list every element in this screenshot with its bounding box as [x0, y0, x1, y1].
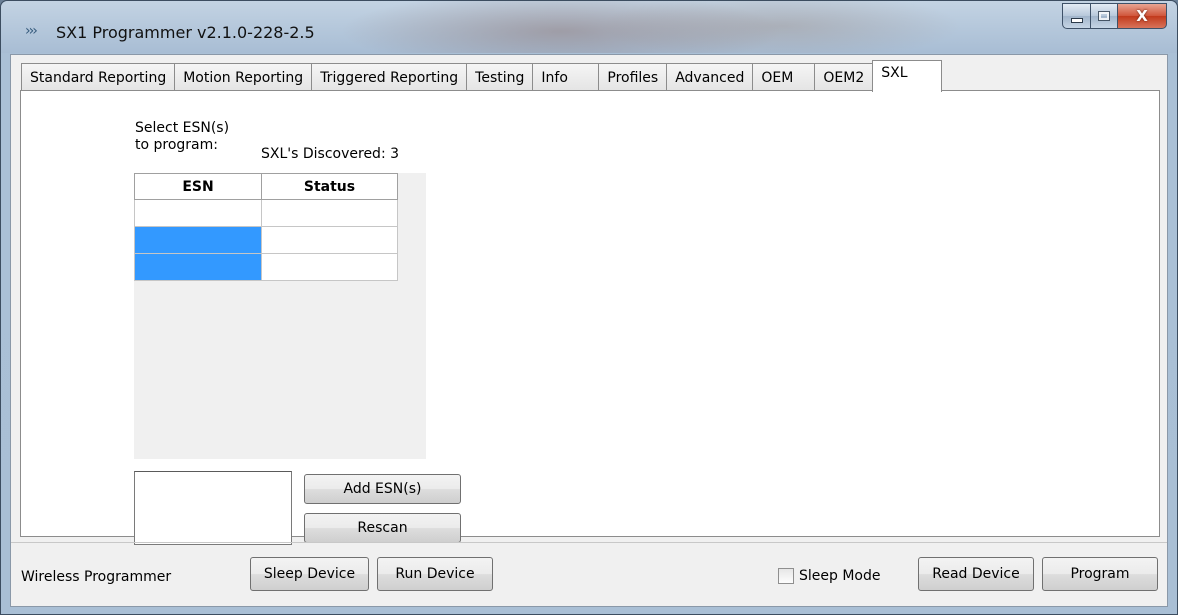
sleep-device-button[interactable]: Sleep Device: [250, 557, 369, 591]
rescan-button[interactable]: Rescan: [304, 513, 461, 543]
tab-testing[interactable]: Testing: [466, 63, 534, 91]
tab-standard-reporting[interactable]: Standard Reporting: [21, 63, 176, 91]
select-esn-label: Select ESN(s) to program:: [135, 120, 229, 154]
sxl-tab-panel: Select ESN(s) to program: SXL's Discover…: [20, 90, 1160, 545]
esn-entry-input[interactable]: [134, 471, 292, 545]
mode-label: Wireless Programmer: [21, 569, 172, 585]
tab-strip: Standard Reporting Motion Reporting Trig…: [21, 60, 943, 92]
close-button[interactable]: X: [1118, 3, 1167, 29]
maximize-button[interactable]: [1091, 3, 1118, 29]
esn-table: ESN Status: [134, 173, 398, 281]
status-cell[interactable]: [261, 226, 398, 254]
sleep-mode-checkbox[interactable]: [778, 568, 794, 584]
window-title: SX1 Programmer v2.1.0-228-2.5: [56, 23, 315, 42]
status-cell[interactable]: [261, 253, 398, 281]
signal-arrows-icon: ›››: [25, 23, 38, 39]
window-controls: X: [1062, 3, 1167, 29]
sleep-mode-label[interactable]: Sleep Mode: [799, 568, 880, 584]
table-row[interactable]: [134, 199, 398, 227]
client-area: Standard Reporting Motion Reporting Trig…: [10, 54, 1168, 607]
tab-oem2[interactable]: OEM2: [814, 63, 874, 91]
column-header-status[interactable]: Status: [261, 173, 398, 200]
table-row[interactable]: [134, 253, 398, 281]
maximize-icon: [1098, 11, 1110, 21]
app-window: ››› SX1 Programmer v2.1.0-228-2.5 X Stan…: [0, 0, 1178, 615]
tab-advanced[interactable]: Advanced: [666, 63, 754, 91]
tab-profiles[interactable]: Profiles: [598, 63, 668, 91]
close-icon: X: [1136, 7, 1148, 25]
esn-cell-selected[interactable]: [134, 253, 262, 281]
grid-header-row: ESN Status: [134, 173, 398, 200]
title-bar[interactable]: ››› SX1 Programmer v2.1.0-228-2.5 X: [1, 1, 1177, 53]
tab-sxl[interactable]: SXL: [872, 60, 943, 92]
program-button[interactable]: Program: [1042, 557, 1158, 591]
bottom-toolbar: Wireless Programmer Sleep Device Run Dev…: [11, 542, 1167, 607]
run-device-button[interactable]: Run Device: [377, 557, 493, 591]
tab-oem[interactable]: OEM: [752, 63, 816, 91]
select-esn-label-line2: to program:: [135, 137, 218, 153]
discovered-count-label: SXL's Discovered: 3: [261, 146, 400, 162]
minimize-icon: [1070, 17, 1083, 23]
tab-motion-reporting[interactable]: Motion Reporting: [174, 63, 313, 91]
read-device-button[interactable]: Read Device: [918, 557, 1034, 591]
table-row[interactable]: [134, 226, 398, 254]
add-esn-button[interactable]: Add ESN(s): [304, 474, 461, 504]
status-cell[interactable]: [261, 199, 398, 227]
tab-triggered-reporting[interactable]: Triggered Reporting: [311, 63, 468, 91]
esn-grid[interactable]: ESN Status: [134, 173, 426, 459]
minimize-button[interactable]: [1062, 3, 1091, 29]
column-header-esn[interactable]: ESN: [134, 173, 262, 200]
select-esn-label-line1: Select ESN(s): [135, 120, 230, 136]
esn-cell-selected[interactable]: [134, 226, 262, 254]
esn-cell[interactable]: [134, 199, 262, 227]
tab-info[interactable]: Info: [532, 63, 600, 91]
